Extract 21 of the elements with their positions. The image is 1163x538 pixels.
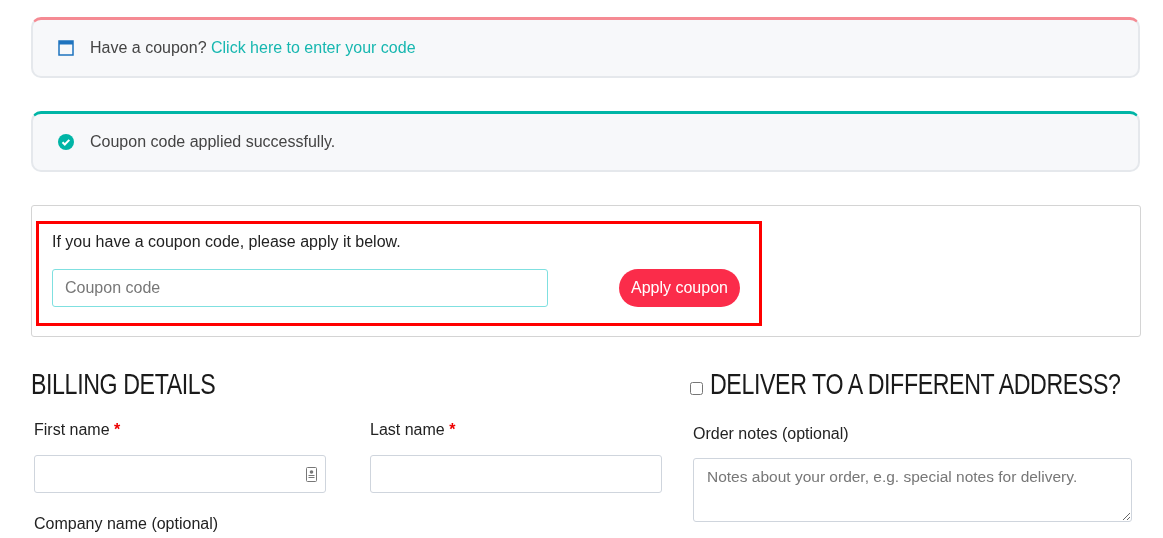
coupon-intro: If you have a coupon code, please apply it below. — [52, 232, 402, 252]
coupon-link[interactable]: Click here to enter your code — [211, 39, 416, 56]
field-label: Company name (optional) — [33, 514, 220, 534]
shipping-heading: DELIVER TO A DIFFERENT ADDRESS? — [710, 370, 1121, 399]
order-notes-field[interactable]: Notes about your order, e.g. special notes for delivery. — [693, 458, 1132, 522]
notice-text: Have a coupon? — [90, 39, 207, 56]
coupon-code-field[interactable]: Coupon code — [52, 269, 548, 307]
check-circle-icon — [58, 134, 74, 150]
window-icon — [58, 40, 74, 56]
billing-heading: BILLING DETAILS — [31, 370, 217, 399]
text-field[interactable] — [370, 455, 662, 493]
field-label: First name — [34, 421, 110, 438]
notes-label: Order notes (optional) — [692, 424, 850, 444]
required-asterisk: * — [114, 421, 121, 438]
apply-coupon-button[interactable]: Apply coupon — [619, 269, 740, 307]
notice-text: Coupon code applied successfully. — [90, 133, 336, 150]
deliver-checkbox[interactable] — [690, 382, 703, 395]
field-label: Last name — [370, 421, 445, 438]
required-asterisk: * — [449, 421, 456, 438]
contact-card-icon — [306, 466, 317, 482]
text-field[interactable] — [34, 455, 326, 493]
